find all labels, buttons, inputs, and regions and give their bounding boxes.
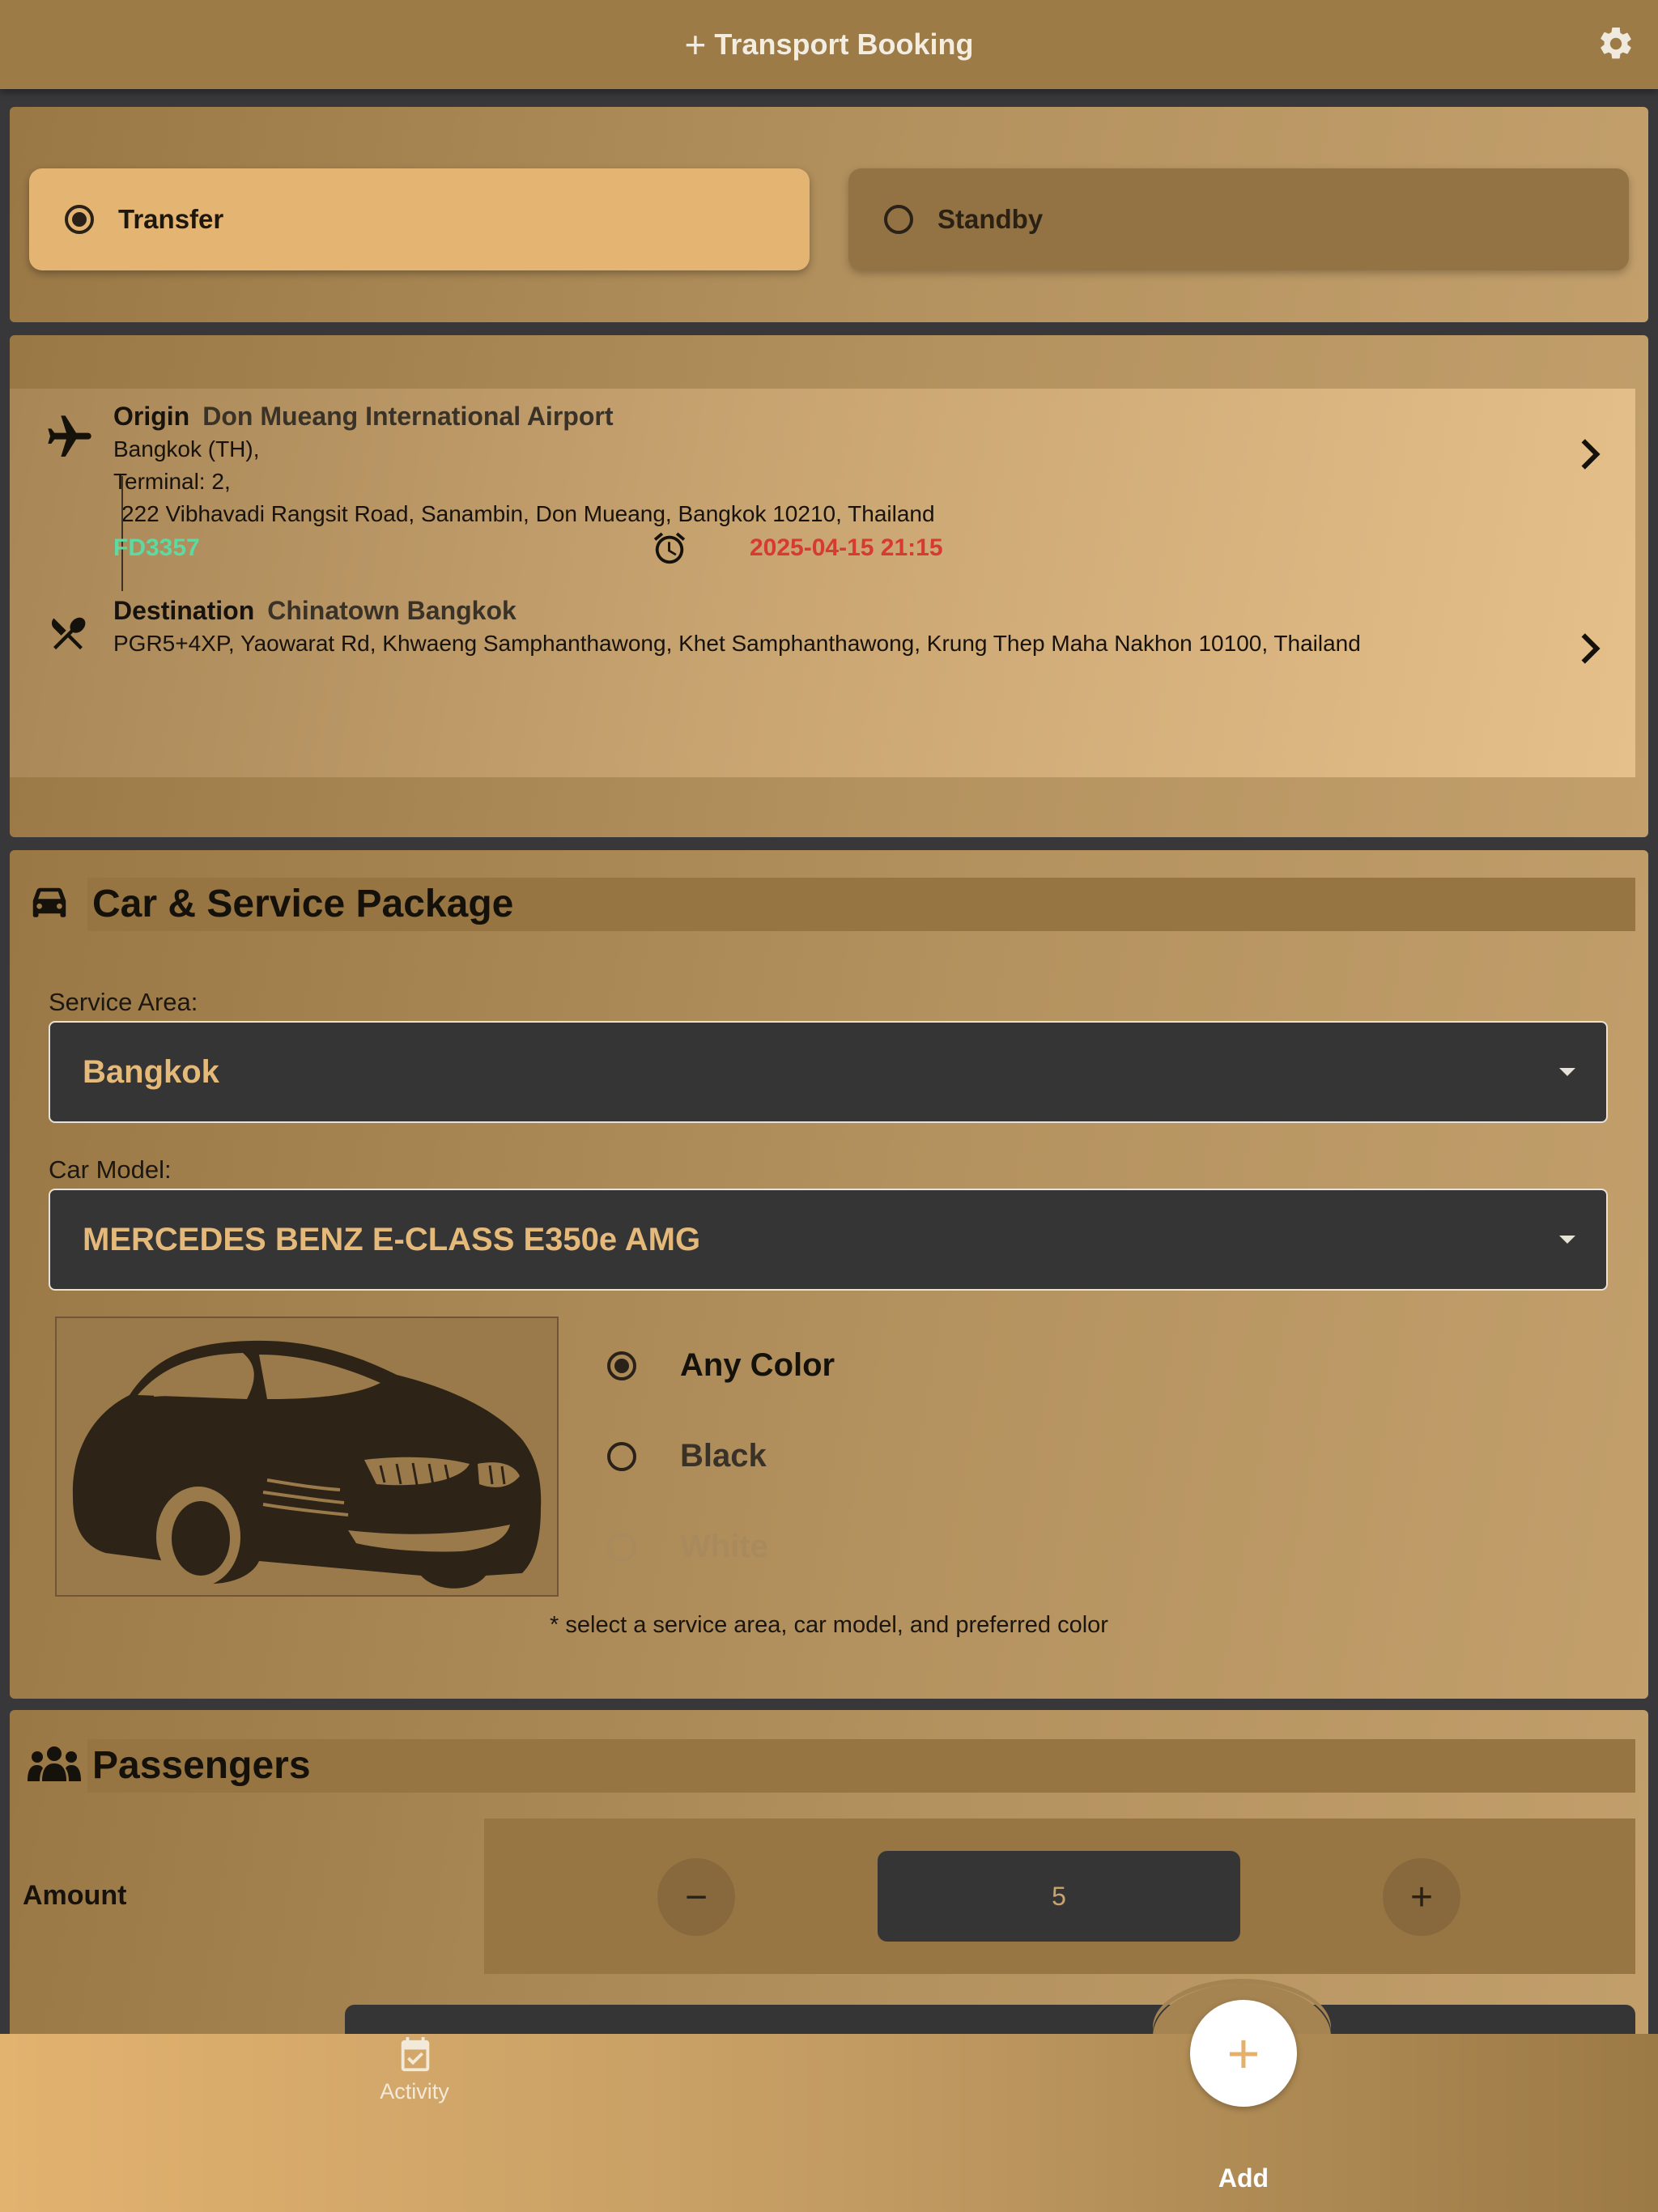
chevron-right-icon[interactable] — [1574, 434, 1606, 474]
color-label-any: Any Color — [680, 1347, 835, 1383]
standby-option[interactable]: Standby — [848, 168, 1629, 270]
destination-place: Chinatown Bangkok — [267, 596, 517, 625]
flight-number: FD3357 — [113, 534, 200, 561]
alarm-clock-icon — [653, 532, 686, 564]
color-label-black: Black — [680, 1438, 767, 1474]
title-text: Transport Booking — [714, 28, 974, 61]
destination-address: PGR5+4XP, Yaowarat Rd, Khwaeng Samphanth… — [113, 631, 1361, 656]
decrement-button[interactable]: − — [657, 1858, 735, 1936]
origin-label: Origin — [113, 402, 190, 431]
transfer-option[interactable]: Transfer — [29, 168, 810, 270]
section-header-bar — [87, 1739, 1635, 1793]
destination-heading[interactable]: Destination Chinatown Bangkok — [113, 596, 517, 626]
radio-selected-icon — [65, 205, 94, 234]
dropdown-caret-icon — [1559, 1236, 1575, 1244]
color-option-any[interactable]: Any Color — [607, 1347, 835, 1384]
service-area-select[interactable]: Bangkok — [49, 1021, 1608, 1123]
plus-icon: + — [684, 23, 707, 66]
origin-city: Bangkok (TH), — [113, 436, 260, 462]
color-option-white: White — [607, 1529, 768, 1565]
minus-icon: − — [684, 1875, 708, 1919]
origin-terminal: Terminal: 2, — [113, 469, 231, 494]
radio-selected-icon — [607, 1351, 636, 1380]
bottom-navigation — [0, 2034, 1658, 2212]
route-connector — [121, 476, 123, 591]
radio-unselected-icon — [607, 1441, 636, 1471]
dropdown-caret-icon — [1559, 1068, 1575, 1076]
selection-hint: * select a service area, car model, and … — [550, 1612, 1108, 1638]
amount-value-text: 5 — [1052, 1881, 1066, 1911]
add-fab-button[interactable]: + — [1190, 2000, 1297, 2107]
passengers-section-title: Passengers — [92, 1744, 311, 1787]
page-title: + Transport Booking — [0, 23, 1658, 66]
chevron-right-icon[interactable] — [1574, 628, 1606, 669]
car-image — [55, 1317, 559, 1597]
origin-heading[interactable]: Origin Don Mueang International Airport — [113, 402, 613, 432]
radio-disabled-icon — [607, 1532, 636, 1562]
plus-icon: + — [1226, 2022, 1261, 2085]
increment-button[interactable]: + — [1383, 1858, 1460, 1936]
restaurant-icon — [51, 617, 86, 650]
color-label-white: White — [680, 1529, 768, 1564]
origin-address: 222 Vibhavadi Rangsit Road, Sanambin, Do… — [121, 501, 935, 526]
standby-label: Standby — [937, 204, 1044, 234]
calendar-check-icon[interactable] — [397, 2035, 434, 2076]
gear-icon[interactable] — [1596, 24, 1635, 63]
service-area-value: Bangkok — [83, 1053, 219, 1090]
destination-label: Destination — [113, 596, 255, 625]
car-model-select[interactable]: MERCEDES BENZ E-CLASS E350e AMG — [49, 1189, 1608, 1291]
people-group-icon — [28, 1746, 81, 1781]
car-section-title: Car & Service Package — [92, 883, 514, 925]
origin-place: Don Mueang International Airport — [202, 402, 614, 431]
plus-icon: + — [1409, 1875, 1434, 1919]
add-label[interactable]: Add — [1163, 2163, 1324, 2193]
car-icon — [32, 887, 66, 917]
service-area-label: Service Area: — [49, 988, 198, 1016]
activity-tab-label[interactable]: Activity — [334, 2079, 495, 2104]
radio-unselected-icon — [884, 205, 913, 234]
airplane-icon — [48, 415, 91, 457]
pickup-datetime: 2025-04-15 21:15 — [750, 534, 943, 561]
color-option-black[interactable]: Black — [607, 1438, 767, 1474]
amount-label: Amount — [23, 1880, 127, 1911]
car-model-value: MERCEDES BENZ E-CLASS E350e AMG — [83, 1221, 701, 1257]
car-model-label: Car Model: — [49, 1155, 172, 1184]
transfer-label: Transfer — [118, 204, 224, 234]
amount-value[interactable]: 5 — [878, 1851, 1240, 1942]
